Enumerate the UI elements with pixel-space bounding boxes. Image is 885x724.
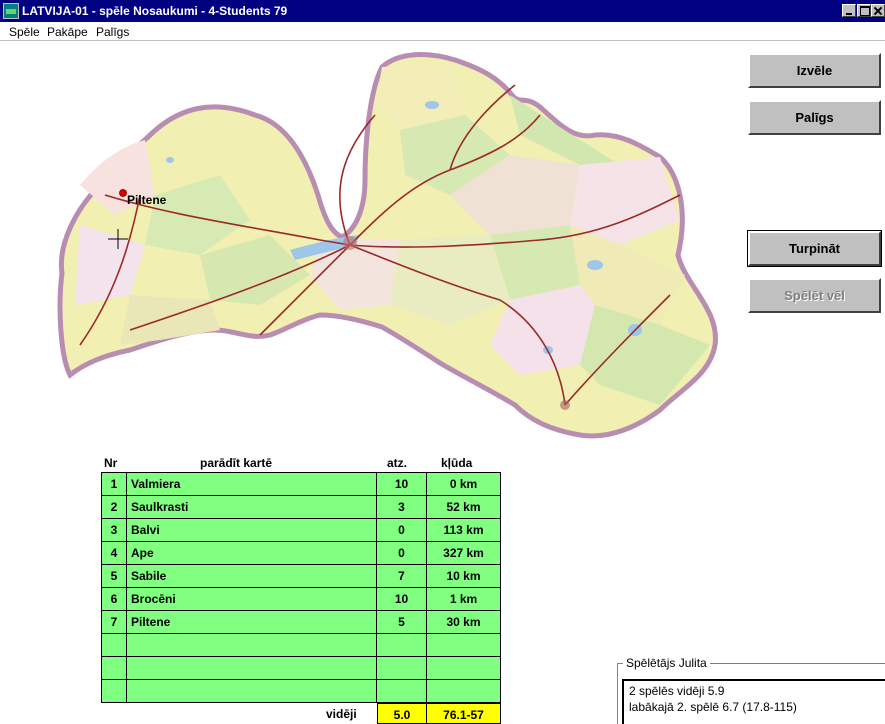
row-score	[376, 656, 427, 680]
row-name	[126, 679, 377, 703]
row-name: Sabile	[126, 564, 377, 588]
menu-item-level[interactable]: Pakāpe	[47, 25, 88, 39]
table-row: 2 Saulkrasti 3 52 km	[101, 495, 501, 519]
app-icon[interactable]	[3, 3, 19, 19]
table-row	[101, 633, 501, 657]
row-error: 327 km	[426, 541, 501, 565]
row-score	[376, 679, 427, 703]
row-error: 30 km	[426, 610, 501, 634]
row-name: Piltene	[126, 610, 377, 634]
map-regions	[57, 52, 718, 439]
player-legend: Spēlētājs Julita	[623, 656, 710, 670]
row-nr: 5	[101, 564, 127, 588]
row-score: 0	[376, 541, 427, 565]
table-row: 3 Balvi 0 113 km	[101, 518, 501, 542]
latvia-map[interactable]: Piltene	[20, 45, 730, 450]
player-stats-line-1: 2 spēlēs vidēji 5.9	[629, 684, 725, 698]
row-nr: 6	[101, 587, 127, 611]
average-score: 5.0	[377, 703, 427, 724]
average-label: vidēji	[326, 707, 357, 721]
minimize-button[interactable]	[842, 4, 856, 17]
column-header-name: parādīt kartē	[200, 456, 273, 470]
row-error	[426, 656, 501, 680]
table-row: 4 Ape 0 327 km	[101, 541, 501, 565]
row-nr: 3	[101, 518, 127, 542]
continue-button[interactable]: Turpināt	[747, 230, 882, 267]
column-header-nr: Nr	[104, 456, 118, 470]
row-name: Ape	[126, 541, 377, 565]
row-error: 10 km	[426, 564, 501, 588]
row-nr: 4	[101, 541, 127, 565]
window-title: LATVIJA-01 - spēle Nosaukumi - 4-Student…	[22, 4, 288, 18]
average-error: 76.1-57	[426, 703, 501, 724]
row-error: 113 km	[426, 518, 501, 542]
table-row	[101, 656, 501, 680]
maximize-button[interactable]	[857, 4, 871, 17]
row-score	[376, 633, 427, 657]
column-header-score: atz.	[387, 456, 408, 470]
row-nr: 7	[101, 610, 127, 634]
row-score: 0	[376, 518, 427, 542]
results-table: 1 Valmiera 10 0 km 2 Saulkrasti 3 52 km 3 Balvi…	[101, 472, 501, 703]
row-name: Brocēni	[126, 587, 377, 611]
row-nr: 2	[101, 495, 127, 519]
close-button[interactable]	[871, 4, 885, 17]
menu-item-game[interactable]: Spēle	[9, 25, 40, 39]
menu-bar: Spēle Pakāpe Palīgs	[0, 22, 885, 41]
table-row: 6 Brocēni 10 1 km	[101, 587, 501, 611]
row-error: 1 km	[426, 587, 501, 611]
row-error: 52 km	[426, 495, 501, 519]
row-error	[426, 633, 501, 657]
player-stats: 2 spēlēs vidēji 5.9 labākajā 2. spēlē 6.…	[622, 679, 885, 724]
row-score: 10	[376, 587, 427, 611]
row-nr	[101, 656, 127, 680]
piltene-marker	[119, 189, 127, 197]
row-score: 3	[376, 495, 427, 519]
table-row: 7 Piltene 5 30 km	[101, 610, 501, 634]
row-nr: 1	[101, 472, 127, 496]
table-row: 5 Sabile 7 10 km	[101, 564, 501, 588]
table-row: 1 Valmiera 10 0 km	[101, 472, 501, 496]
row-nr	[101, 633, 127, 657]
choose-button[interactable]: Izvēle	[748, 53, 881, 88]
table-row	[101, 679, 501, 703]
help-button[interactable]: Palīgs	[748, 100, 881, 135]
row-name: Saulkrasti	[126, 495, 377, 519]
row-name: Valmiera	[126, 472, 377, 496]
row-score: 7	[376, 564, 427, 588]
row-error: 0 km	[426, 472, 501, 496]
column-header-error: kļūda	[441, 456, 473, 470]
player-stats-line-2: labākajā 2. spēlē 6.7 (17.8-115)	[629, 700, 797, 714]
row-score: 5	[376, 610, 427, 634]
row-name	[126, 633, 377, 657]
row-error	[426, 679, 501, 703]
title-bar[interactable]: LATVIJA-01 - spēle Nosaukumi - 4-Student…	[0, 0, 885, 22]
menu-item-help[interactable]: Palīgs	[96, 25, 129, 39]
play-again-button[interactable]: Spēlēt vēl	[748, 278, 881, 313]
row-name	[126, 656, 377, 680]
piltene-label: Piltene	[127, 193, 167, 207]
row-nr	[101, 679, 127, 703]
row-name: Balvi	[126, 518, 377, 542]
row-score: 10	[376, 472, 427, 496]
